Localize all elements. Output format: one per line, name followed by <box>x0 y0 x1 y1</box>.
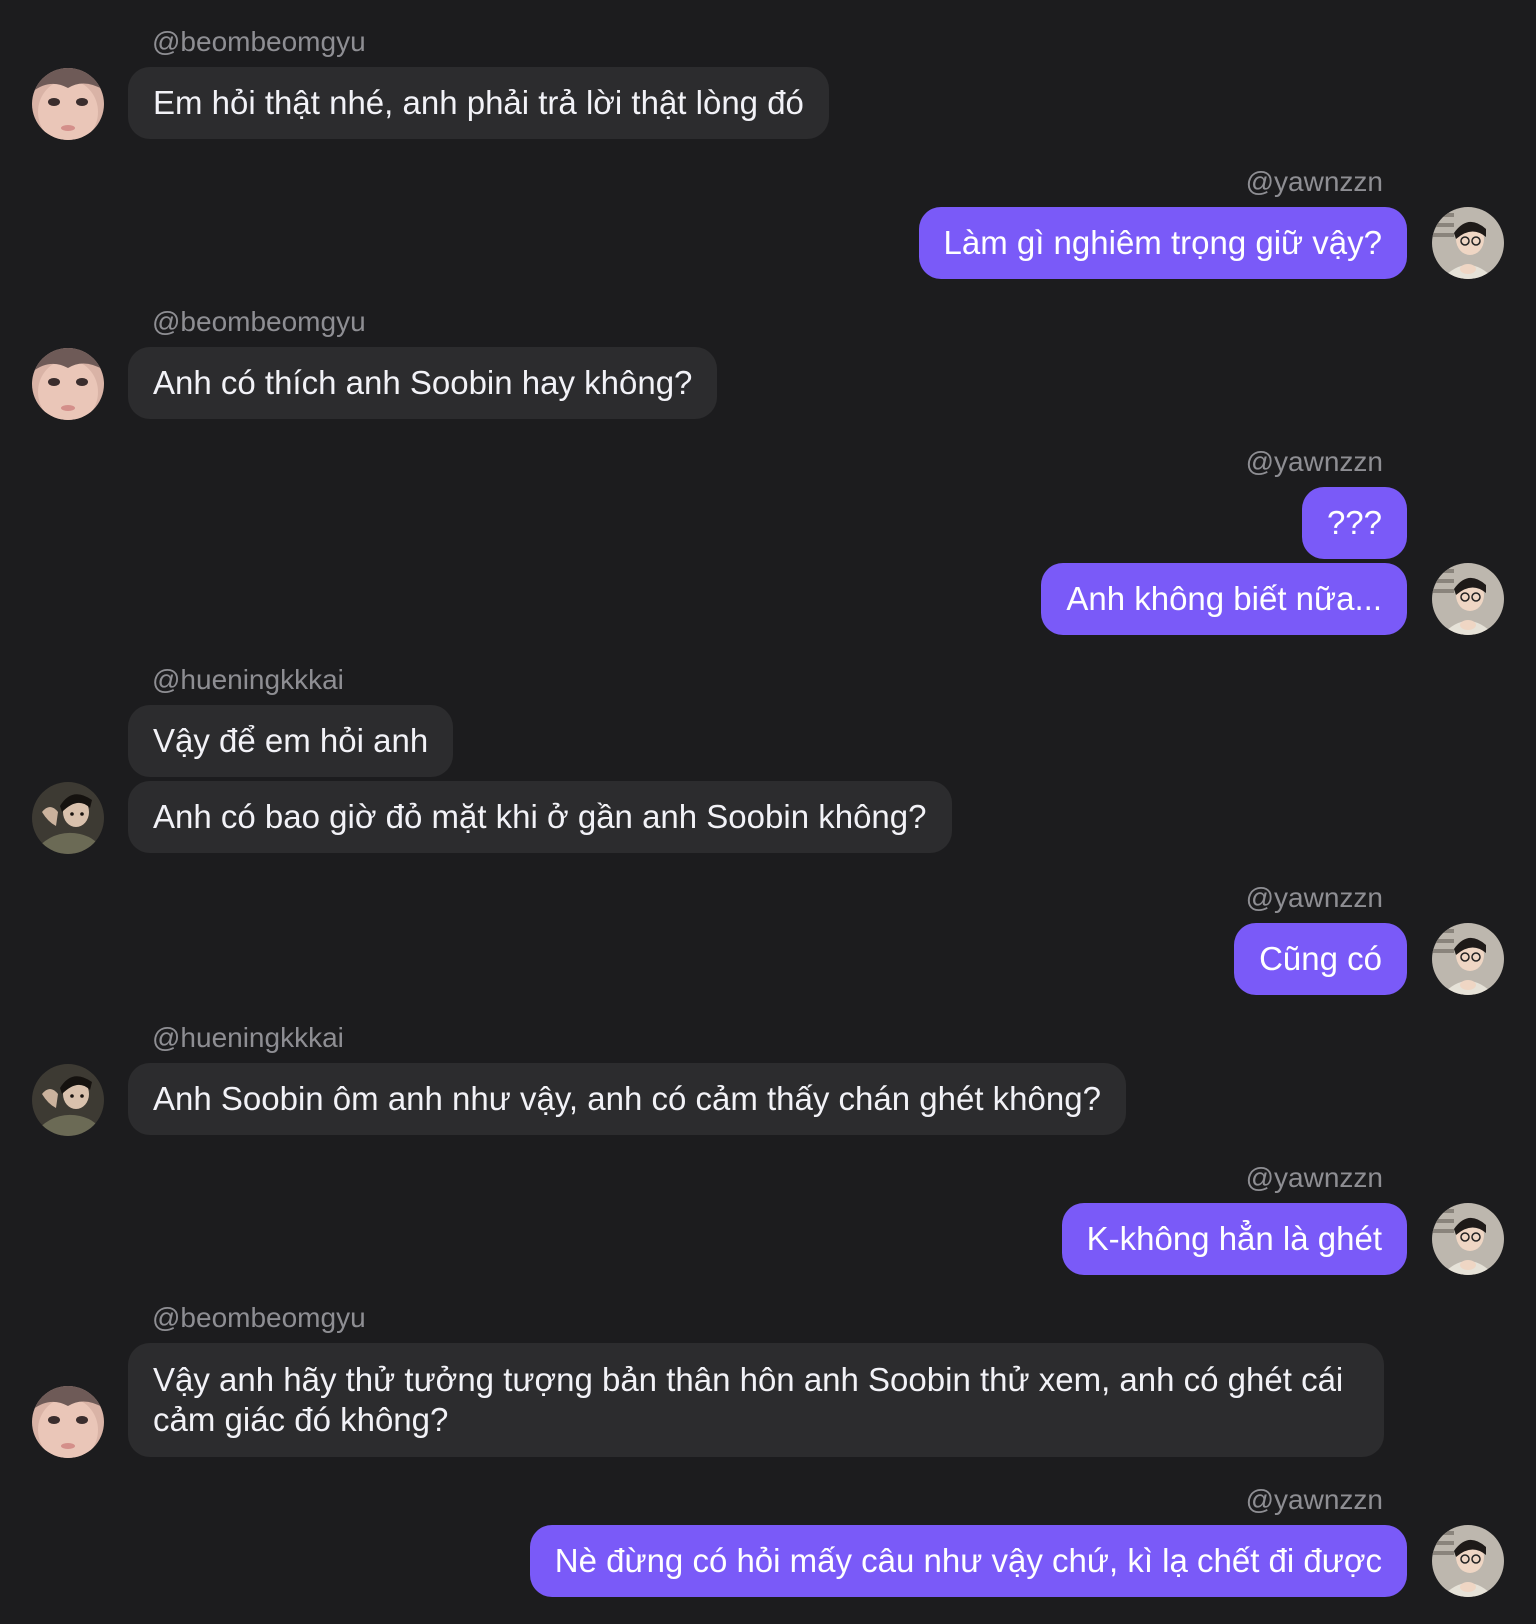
message-bubble[interactable]: K-không hẳn là ghét <box>1061 1203 1407 1275</box>
message-bubble[interactable]: Anh không biết nữa... <box>1041 563 1407 635</box>
avatar-yawnzzn-icon[interactable] <box>1432 923 1504 995</box>
sender-username: @hueningkkkai <box>152 664 344 695</box>
message-bubble[interactable]: Vậy để em hỏi anh <box>128 705 454 777</box>
sender-username: @yawnzzn <box>1245 166 1383 197</box>
avatar-yawnzzn-icon[interactable] <box>1432 207 1504 279</box>
sender-username: @beombeomgyu <box>152 26 366 57</box>
message-bubble[interactable]: Cũng có <box>1234 923 1407 995</box>
chat-thread: @beombeomgyu Em hỏi thật nhé, anh phải t… <box>0 0 1536 1624</box>
message-bubble[interactable]: Nè đừng có hỏi mấy câu như vậy chứ, kì l… <box>529 1525 1407 1597</box>
sender-username: @yawnzzn <box>1245 1162 1383 1193</box>
sender-username: @beombeomgyu <box>152 1302 366 1333</box>
message-bubble[interactable]: Anh có bao giờ đỏ mặt khi ở gần anh Soob… <box>128 781 952 853</box>
avatar-hueningkai-icon[interactable] <box>32 1064 104 1136</box>
message-bubble[interactable]: Em hỏi thật nhé, anh phải trả lời thật l… <box>128 67 829 139</box>
sender-username: @hueningkkkai <box>152 1022 344 1053</box>
avatar-yawnzzn-icon[interactable] <box>1432 1525 1504 1597</box>
message-bubble[interactable]: Anh có thích anh Soobin hay không? <box>128 347 718 419</box>
avatar-hueningkai-icon[interactable] <box>32 782 104 854</box>
sender-username: @yawnzzn <box>1245 446 1383 477</box>
message-bubble[interactable]: Vậy anh hãy thử tưởng tượng bản thân hôn… <box>128 1343 1384 1457</box>
avatar-beomgyu-icon[interactable] <box>32 1386 104 1458</box>
sender-username: @yawnzzn <box>1245 1484 1383 1515</box>
sender-username: @yawnzzn <box>1245 882 1383 913</box>
avatar-yawnzzn-icon[interactable] <box>1432 1203 1504 1275</box>
avatar-beomgyu-icon[interactable] <box>32 348 104 420</box>
message-bubble[interactable]: Anh Soobin ôm anh như vậy, anh có cảm th… <box>128 1063 1126 1135</box>
message-bubble[interactable]: ??? <box>1301 487 1407 559</box>
message-bubble[interactable]: Làm gì nghiêm trọng giữ vậy? <box>918 207 1407 279</box>
avatar-yawnzzn-icon[interactable] <box>1432 563 1504 635</box>
sender-username: @beombeomgyu <box>152 306 366 337</box>
avatar-beomgyu-icon[interactable] <box>32 68 104 140</box>
